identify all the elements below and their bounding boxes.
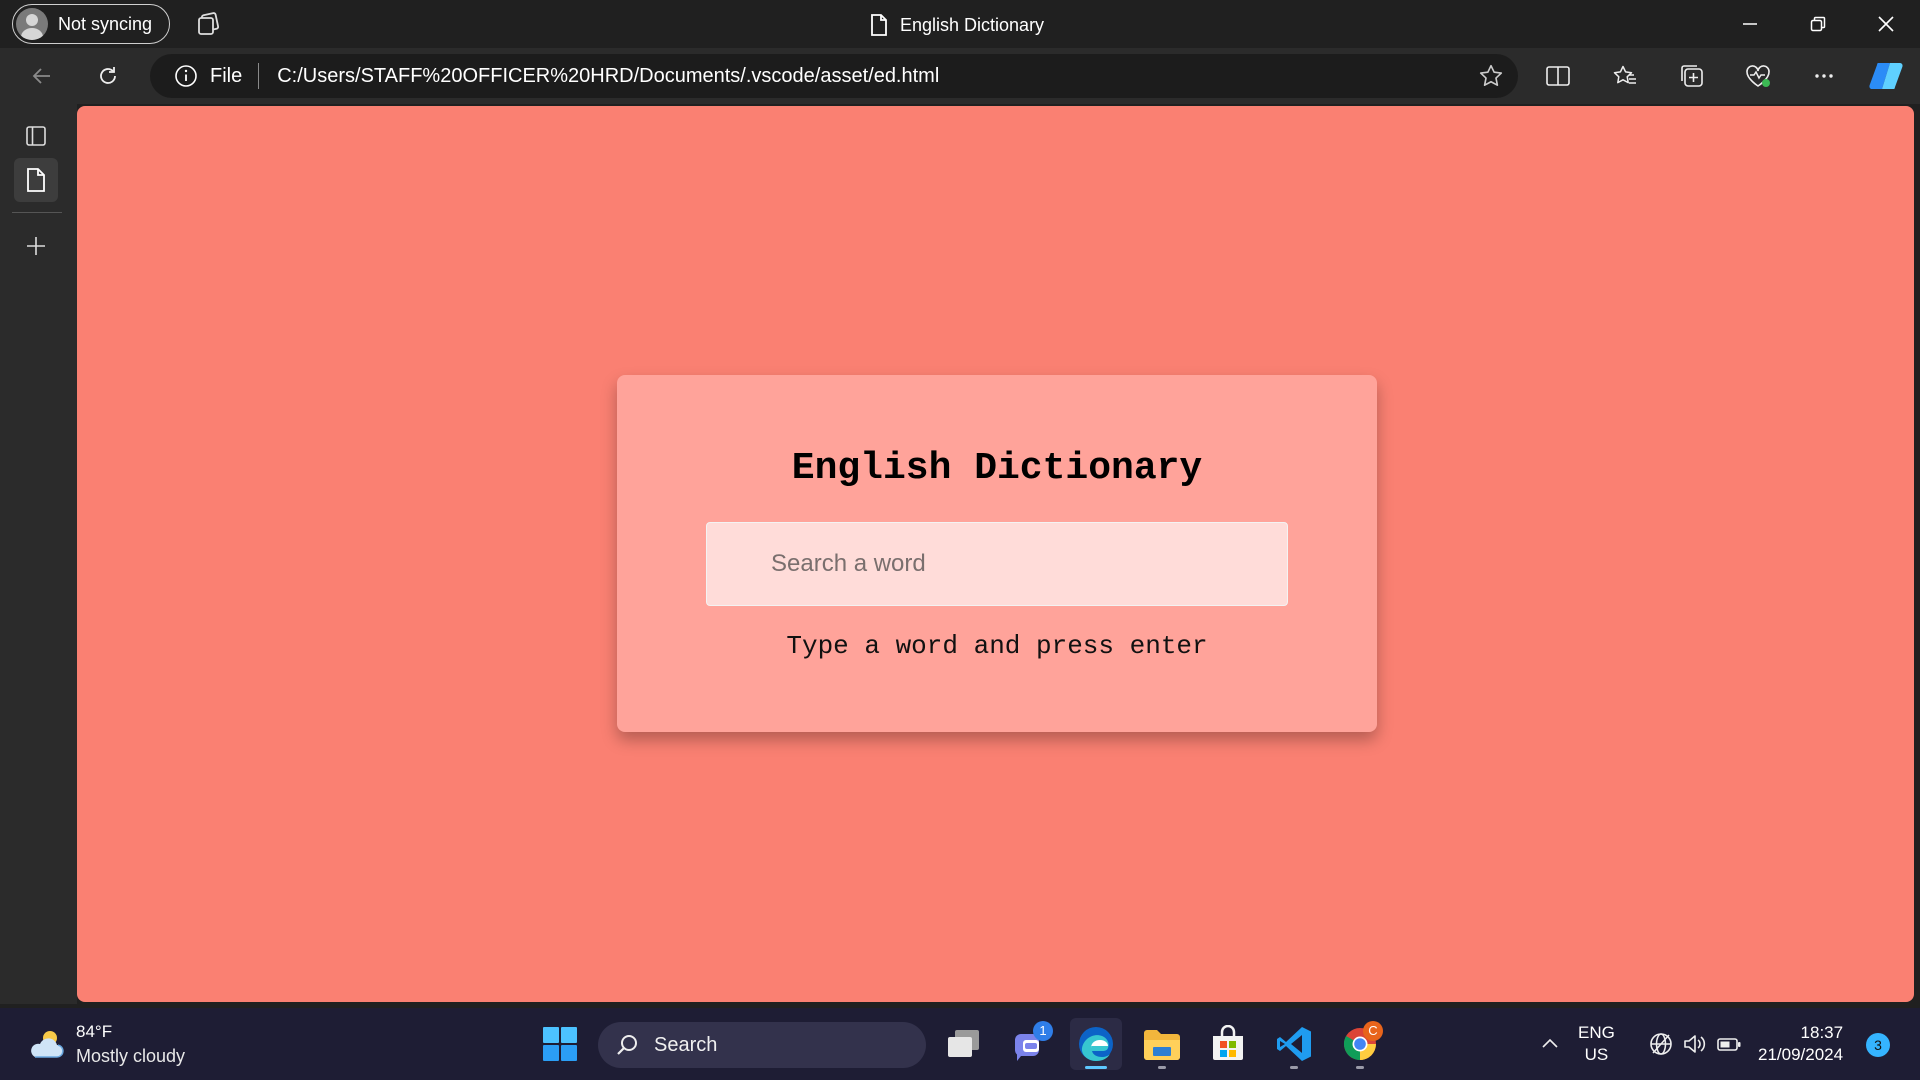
- collections-button[interactable]: [1674, 58, 1710, 94]
- taskbar-search[interactable]: Search: [598, 1022, 926, 1068]
- browser-title-bar: Not syncing English Dictionary: [0, 0, 1920, 48]
- notification-count-badge[interactable]: 3: [1866, 1033, 1890, 1057]
- split-screen-icon: [1546, 66, 1570, 86]
- vscode-icon: [1277, 1027, 1311, 1061]
- region-code: US: [1584, 1045, 1609, 1064]
- tab-actions-button[interactable]: [14, 114, 58, 158]
- page-title: English Dictionary: [791, 447, 1203, 490]
- edge-running-indicator: [1085, 1066, 1107, 1069]
- more-button[interactable]: [1806, 58, 1842, 94]
- dictionary-card: English Dictionary Type a word and press…: [617, 375, 1377, 732]
- vscode-button[interactable]: [1268, 1018, 1320, 1070]
- copilot-button[interactable]: [1868, 58, 1904, 94]
- edge-taskbar-button[interactable]: [1070, 1018, 1122, 1070]
- favorites-button[interactable]: [1607, 58, 1643, 94]
- chrome-running-indicator: [1356, 1066, 1364, 1069]
- page-viewport: English Dictionary Type a word and press…: [77, 106, 1914, 1002]
- windows-taskbar: 84°F Mostly cloudy Search 1 C ENG US 18:…: [0, 1008, 1920, 1080]
- windows-logo-icon: [543, 1027, 577, 1061]
- new-tab-button[interactable]: [14, 224, 58, 268]
- clock-date: 21/09/2024: [1758, 1045, 1844, 1064]
- file-explorer-button[interactable]: [1136, 1018, 1188, 1070]
- volume-icon: [1684, 1035, 1706, 1053]
- task-view-button[interactable]: [938, 1018, 990, 1070]
- quick-settings-button[interactable]: [1640, 1018, 1750, 1070]
- weather-widget[interactable]: 84°F Mostly cloudy: [26, 1020, 185, 1068]
- address-divider: [258, 63, 260, 89]
- info-text: Type a word and press enter: [786, 631, 1208, 661]
- language-code: ENG: [1578, 1023, 1615, 1042]
- minimize-icon: [1743, 23, 1757, 25]
- tab-actions-icon: [26, 126, 46, 146]
- vscode-running-indicator: [1290, 1066, 1298, 1069]
- weather-temperature: 84°F: [76, 1022, 113, 1041]
- chevron-up-icon: [1542, 1038, 1558, 1048]
- vertical-tabs-sidebar: [0, 104, 77, 1004]
- browser-essentials-button[interactable]: [1740, 58, 1776, 94]
- new-tab-icon: [27, 237, 45, 255]
- more-icon: [1815, 74, 1833, 78]
- system-clock[interactable]: 18:37 21/09/2024: [1758, 1022, 1843, 1066]
- task-view-icon: [948, 1030, 979, 1057]
- search-input[interactable]: [706, 522, 1288, 606]
- refresh-button[interactable]: [90, 58, 126, 94]
- explorer-running-indicator: [1158, 1066, 1166, 1069]
- start-button[interactable]: [534, 1018, 586, 1070]
- microsoft-store-button[interactable]: [1202, 1018, 1254, 1070]
- browser-essentials-icon: [1746, 65, 1770, 87]
- weather-description: Mostly cloudy: [76, 1046, 186, 1066]
- sidebar-divider: [12, 212, 62, 213]
- edge-icon: [1079, 1027, 1113, 1061]
- address-url[interactable]: C:/Users/STAFF%20OFFICER%20HRD/Documents…: [277, 65, 939, 88]
- favorites-icon: [1613, 65, 1636, 84]
- clock-time: 18:37: [1800, 1023, 1844, 1042]
- address-scheme-label: File: [210, 64, 243, 87]
- document-icon: [871, 14, 887, 36]
- network-globe-icon: [1650, 1033, 1672, 1055]
- vertical-tab-english-dictionary[interactable]: [14, 158, 58, 202]
- teams-chat-badge: 1: [1033, 1021, 1053, 1041]
- browser-toolbar: File C:/Users/STAFF%20OFFICER%20HRD/Docu…: [0, 48, 1920, 104]
- close-button[interactable]: [1852, 0, 1920, 48]
- input-language-indicator[interactable]: ENG US: [1578, 1022, 1615, 1066]
- search-icon: [617, 1035, 637, 1055]
- profile-button[interactable]: Not syncing: [12, 4, 170, 44]
- profile-sync-status: Not syncing: [58, 13, 153, 34]
- back-button[interactable]: [24, 58, 60, 94]
- info-icon[interactable]: [174, 64, 198, 88]
- chrome-profile-badge: C: [1363, 1021, 1383, 1041]
- active-tab-title: English Dictionary: [870, 12, 1044, 38]
- show-hidden-icons-button[interactable]: [1526, 1018, 1574, 1070]
- refresh-icon: [100, 67, 116, 84]
- collections-icon: [1681, 65, 1703, 87]
- restore-icon: [1810, 16, 1826, 32]
- taskbar-search-label: Search: [654, 1033, 718, 1056]
- battery-icon: [1717, 1038, 1741, 1051]
- teams-chat-button[interactable]: 1: [1004, 1018, 1056, 1070]
- back-icon: [32, 68, 50, 84]
- chrome-button[interactable]: C: [1334, 1018, 1386, 1070]
- split-screen-button[interactable]: [1540, 58, 1576, 94]
- address-bar[interactable]: File C:/Users/STAFF%20OFFICER%20HRD/Docu…: [150, 54, 1518, 98]
- close-icon: [1878, 16, 1894, 32]
- partly-cloudy-icon: [31, 1031, 64, 1058]
- folder-icon: [1144, 1030, 1180, 1060]
- restore-button[interactable]: [1784, 0, 1852, 48]
- minimize-button[interactable]: [1716, 0, 1784, 48]
- tab-title-text: English Dictionary: [900, 14, 1045, 35]
- store-icon: [1213, 1025, 1243, 1060]
- workspaces-icon[interactable]: [196, 12, 222, 36]
- page-tab-icon: [27, 168, 45, 192]
- copilot-icon: [1869, 63, 1903, 89]
- favorite-star-icon[interactable]: [1478, 63, 1504, 89]
- profile-avatar: [16, 8, 48, 40]
